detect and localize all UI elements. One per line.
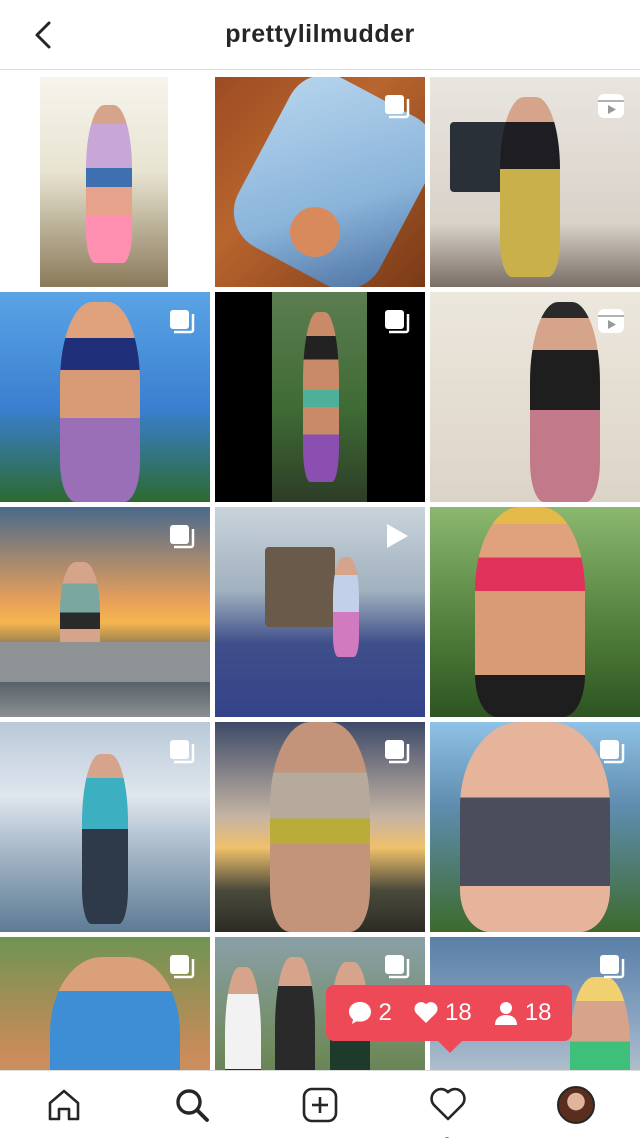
- carousel-icon: [170, 955, 195, 979]
- photo-subject: [60, 302, 140, 502]
- bottom-tab-bar: [0, 1070, 640, 1138]
- post-thumbnail[interactable]: [0, 77, 210, 287]
- photo-subject: [475, 507, 585, 717]
- carousel-icon: [600, 955, 625, 979]
- activity-bubble[interactable]: 2 18 18: [326, 985, 572, 1053]
- photo-subject: [530, 302, 600, 502]
- photo-subject: [290, 207, 340, 257]
- tab-new-post[interactable]: [300, 1085, 340, 1125]
- post-thumbnail[interactable]: [215, 722, 425, 932]
- top-bar: prettylilmudder: [0, 0, 640, 70]
- new-post-icon: [302, 1087, 338, 1122]
- photo-subject: [333, 557, 359, 657]
- page-title: prettylilmudder: [225, 20, 415, 48]
- carousel-icon: [170, 740, 195, 764]
- likes-stat: 18: [413, 999, 472, 1027]
- carousel-icon: [385, 955, 410, 979]
- reel-icon: [598, 309, 624, 333]
- photo-subject: [86, 105, 132, 263]
- photo-subject: [265, 547, 335, 627]
- chevron-left-icon: [35, 21, 51, 49]
- photo-subject: [303, 312, 339, 482]
- home-icon: [48, 1089, 80, 1120]
- post-thumbnail[interactable]: [0, 507, 210, 717]
- post-thumbnail[interactable]: [215, 507, 425, 717]
- posts-grid: [0, 77, 640, 1138]
- tab-search[interactable]: [172, 1085, 212, 1125]
- comment-icon: [348, 1002, 371, 1024]
- comments-stat: 2: [347, 999, 392, 1027]
- photo-subject: [500, 97, 560, 277]
- carousel-icon: [385, 95, 410, 119]
- post-thumbnail[interactable]: [430, 292, 640, 502]
- carousel-icon: [600, 740, 625, 764]
- followers-count: 18: [524, 999, 552, 1026]
- carousel-icon: [385, 740, 410, 764]
- tab-home[interactable]: [44, 1085, 84, 1125]
- tab-profile[interactable]: [556, 1085, 596, 1125]
- back-button[interactable]: [28, 18, 62, 52]
- post-thumbnail[interactable]: [430, 722, 640, 932]
- post-thumbnail[interactable]: [215, 77, 425, 287]
- post-thumbnail[interactable]: [0, 722, 210, 932]
- post-thumbnail[interactable]: [430, 77, 640, 287]
- carousel-icon: [170, 310, 195, 334]
- photo-subject: [82, 754, 128, 924]
- photo-subject: [270, 722, 370, 932]
- likes-count: 18: [444, 999, 472, 1026]
- search-icon: [176, 1088, 209, 1122]
- comments-count: 2: [378, 999, 392, 1026]
- carousel-icon: [385, 310, 410, 334]
- tab-activity[interactable]: [428, 1085, 468, 1138]
- carousel-icon: [170, 525, 195, 549]
- profile-avatar: [557, 1085, 595, 1124]
- post-thumbnail[interactable]: [430, 507, 640, 717]
- video-icon: [387, 524, 408, 548]
- photo-subject: [460, 722, 610, 932]
- post-thumbnail[interactable]: [215, 292, 425, 502]
- activity-heart-icon: [430, 1087, 466, 1120]
- heart-icon: [414, 1002, 438, 1023]
- photo-background: [0, 77, 40, 287]
- reel-icon: [598, 94, 624, 118]
- person-icon: [494, 1002, 517, 1025]
- photo-background: [168, 77, 210, 287]
- photo-subject: [0, 642, 210, 682]
- post-thumbnail[interactable]: [0, 292, 210, 502]
- followers-stat: 18: [493, 999, 552, 1027]
